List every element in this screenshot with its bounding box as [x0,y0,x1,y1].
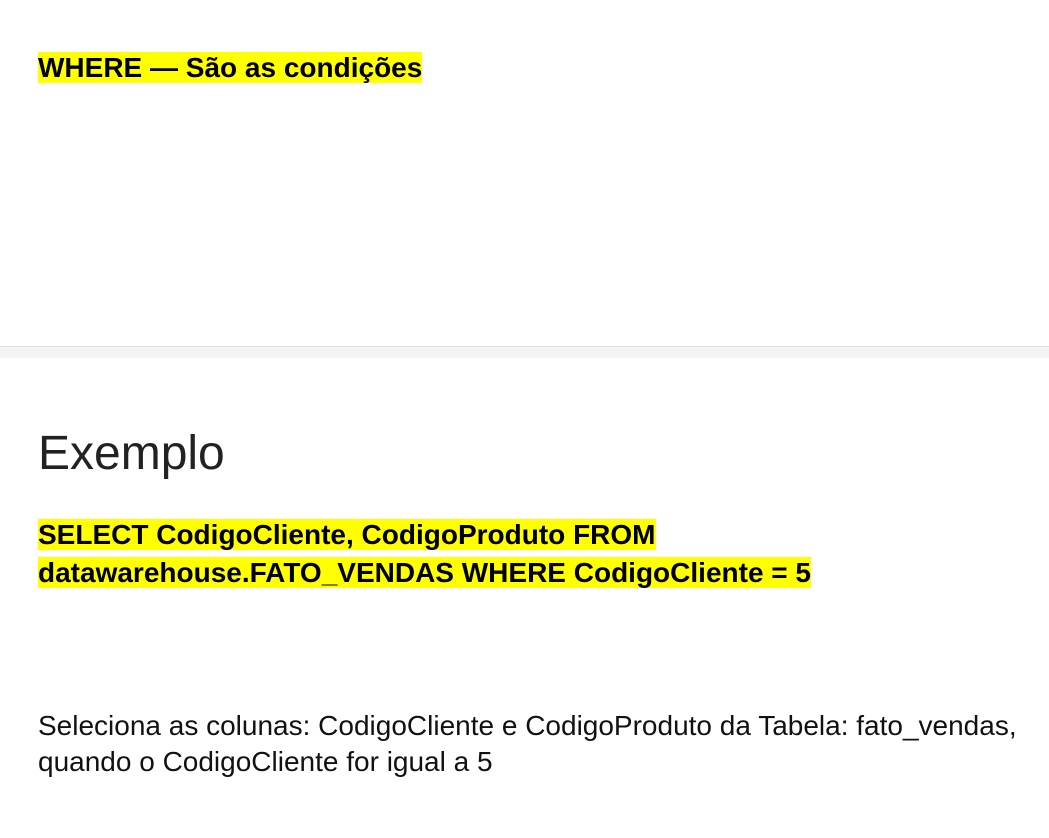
slide-divider [0,346,1049,358]
where-heading: WHERE — São as condições [38,46,423,90]
sql-query-text: SELECT CodigoCliente, CodigoProduto FROM… [38,519,811,588]
sql-query: SELECT CodigoCliente, CodigoProduto FROM… [38,516,918,592]
slide-exemplo: Exemplo SELECT CodigoCliente, CodigoProd… [0,358,1049,838]
query-description: Seleciona as colunas: CodigoCliente e Co… [38,710,1017,777]
slide-where: WHERE — São as condições [0,0,1049,346]
slide-title: Exemplo [38,427,225,480]
where-heading-text: WHERE — São as condições [38,52,423,83]
